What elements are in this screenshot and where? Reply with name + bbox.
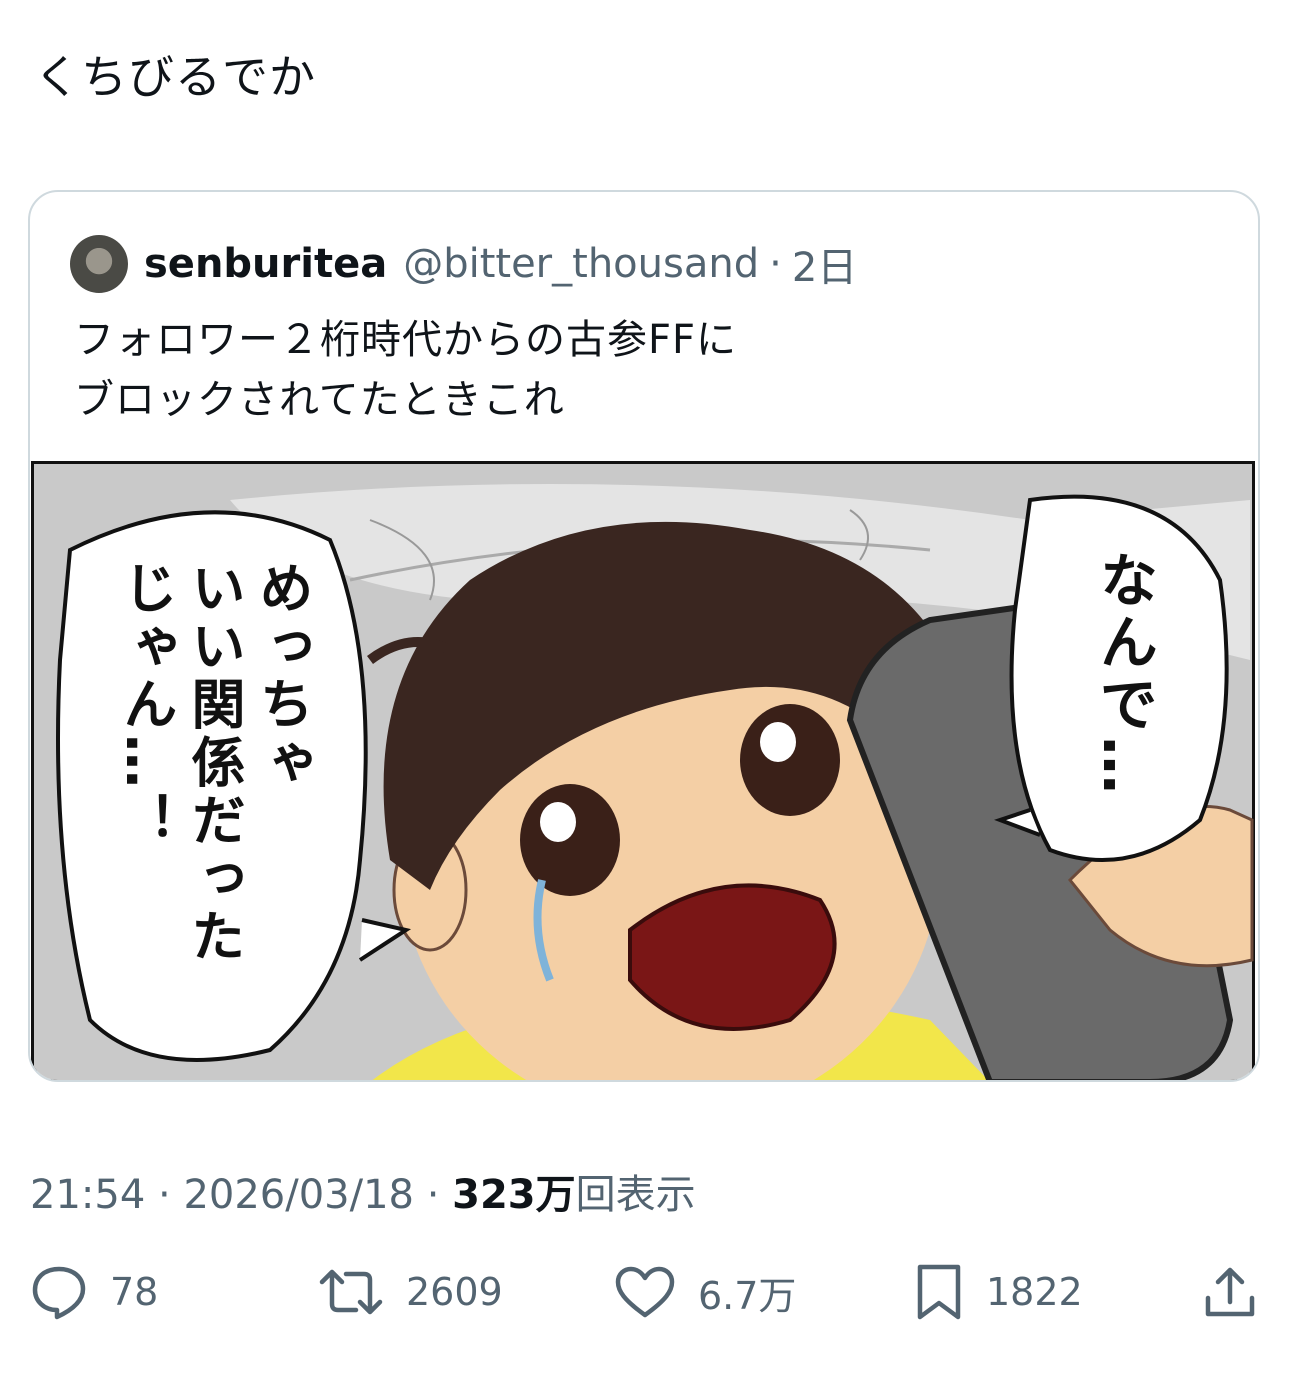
bubble-right-text: なんで…: [1090, 550, 1158, 798]
quoted-age: 2日: [791, 245, 858, 291]
quoted-tweet-card[interactable]: senburitea @bitter_thousand · 2日 フォロワー２桁…: [28, 190, 1260, 1082]
tweet-time[interactable]: 21:54: [30, 1172, 145, 1218]
quoted-text-line: ブロックされてたときこれ: [74, 377, 565, 423]
bubble-left-line-3: じゃん…！: [114, 560, 177, 850]
avatar[interactable]: [70, 235, 128, 293]
quoted-text-line: フォロワー２桁時代からの古参FFに: [74, 317, 738, 363]
reply-icon: [32, 1266, 86, 1320]
share-button[interactable]: [1202, 1262, 1258, 1322]
quoted-tweet-header: senburitea @bitter_thousand · 2日: [70, 232, 857, 296]
bubble-left-line-1: めっちゃ: [250, 560, 313, 792]
separator-dot: ·: [158, 1172, 184, 1218]
reply-button[interactable]: 78: [30, 1262, 158, 1322]
bookmark-icon: [917, 1264, 961, 1320]
bookmark-count: 1822: [986, 1270, 1083, 1314]
bookmark-button[interactable]: 1822: [914, 1262, 1083, 1322]
tweet-text: くちびるでか: [34, 50, 316, 104]
like-button[interactable]: 6.7万: [614, 1262, 796, 1322]
share-icon: [1205, 1267, 1255, 1317]
reply-count: 78: [110, 1270, 159, 1314]
tweet-meta: 21:54 · 2026/03/18 · 323万回表示: [30, 1162, 696, 1220]
separator-dot: ·: [426, 1172, 453, 1218]
comic-image[interactable]: なんで… めっちゃ いい関係だった じゃん…！: [30, 460, 1258, 1080]
retweet-icon: [319, 1269, 383, 1315]
tweet-date[interactable]: 2026/03/18: [183, 1172, 414, 1218]
bubble-left-line-2: いい関係だった: [182, 560, 245, 966]
quoted-handle[interactable]: @bitter_thousand: [403, 241, 759, 287]
quoted-tweet-text: フォロワー２桁時代からの古参FFに ブロックされてたときこれ: [74, 310, 737, 430]
retweet-count: 2609: [406, 1270, 503, 1314]
like-count: 6.7万: [698, 1273, 797, 1318]
quoted-display-name[interactable]: senburitea: [144, 241, 387, 287]
like-icon: [615, 1266, 675, 1318]
separator-dot: ·: [769, 241, 782, 287]
views-label: 回表示: [575, 1172, 696, 1218]
views-count: 323万: [452, 1172, 576, 1218]
action-bar: 78 2609 6.7万 1822: [0, 1262, 1290, 1322]
retweet-button[interactable]: 2609: [318, 1262, 503, 1322]
